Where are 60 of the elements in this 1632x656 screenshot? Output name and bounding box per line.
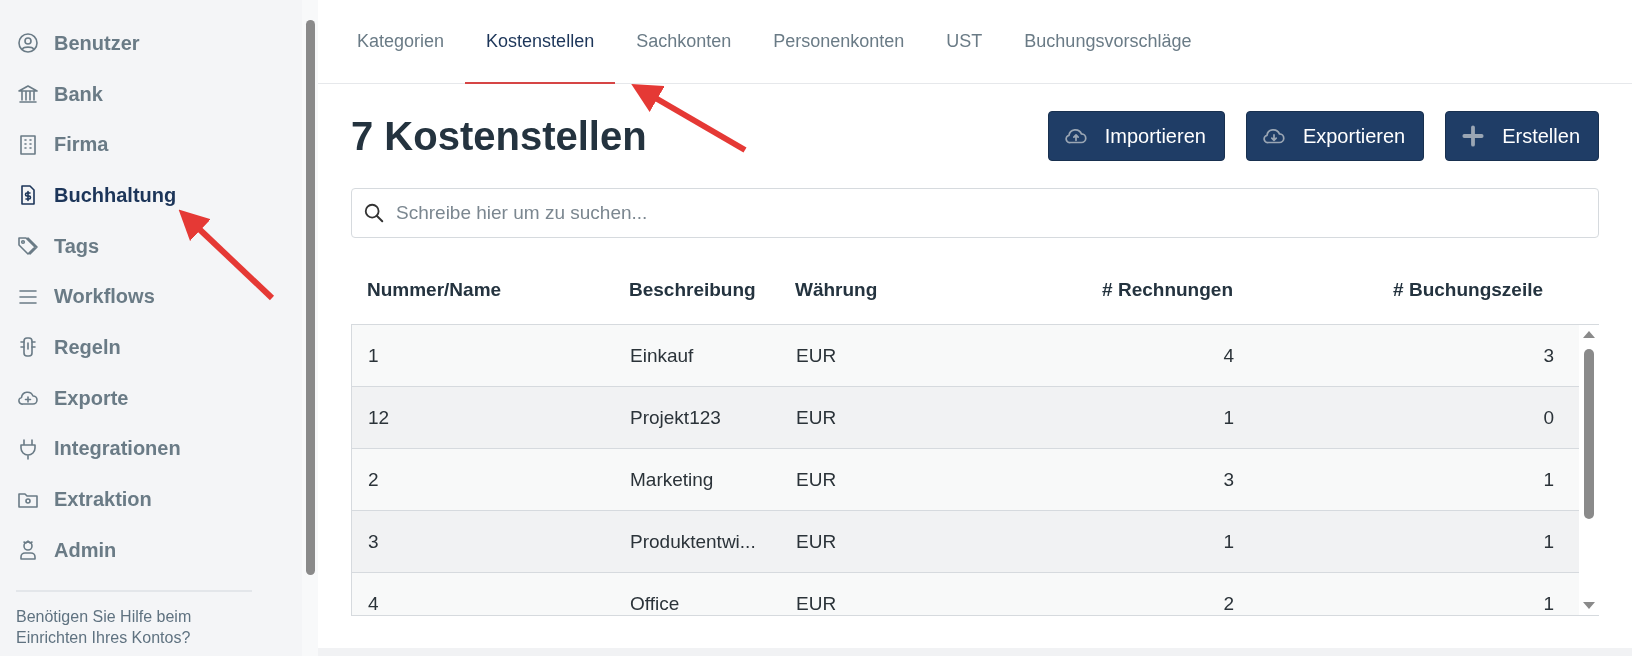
table-row[interactable]: 2 Marketing EUR 3 1 bbox=[352, 449, 1579, 511]
table-cell-text: 3 bbox=[1222, 468, 1235, 491]
table-cell-text: EUR bbox=[795, 468, 838, 491]
column-header: Währung bbox=[794, 279, 879, 301]
table-cell-text: 3 bbox=[1542, 344, 1555, 367]
table-cell-text: EUR bbox=[795, 406, 838, 429]
sidebar-item[interactable]: Firma bbox=[16, 119, 109, 171]
search-field[interactable]: Schreibe hier um zu suchen... bbox=[351, 188, 1599, 238]
action-button[interactable]: Importieren bbox=[1047, 111, 1225, 161]
column-header: # Buchungszeile bbox=[1392, 279, 1544, 301]
scrollbar[interactable] bbox=[302, 0, 318, 656]
table-cell-text: 1 bbox=[1542, 592, 1555, 615]
column-header: Beschreibung bbox=[628, 279, 757, 301]
tab[interactable]: Kostenstellen bbox=[465, 0, 616, 84]
sidebar-item[interactable]: Admin bbox=[16, 524, 117, 576]
table-cell-text: Einkauf bbox=[629, 344, 695, 367]
action-button[interactable]: Exportieren bbox=[1245, 111, 1425, 161]
sidebar-item[interactable]: Exporte bbox=[16, 372, 129, 424]
table-cell-text: 4 bbox=[1222, 344, 1235, 367]
help-text: Benötigen Sie Hilfe beim Einrichten Ihres Kontos? bbox=[16, 606, 193, 648]
table-cell-text: Marketing bbox=[629, 468, 715, 491]
table-row[interactable]: 1 Einkauf EUR 4 3 bbox=[352, 325, 1579, 387]
table-cell-text: 2 bbox=[1222, 592, 1235, 615]
table-cell-text: Office bbox=[629, 592, 681, 615]
sidebar-item[interactable]: Benutzer bbox=[16, 18, 140, 69]
column-header: Nummer/Name bbox=[366, 279, 503, 301]
sidebar-item[interactable]: Workflows bbox=[16, 271, 155, 323]
table-cell-text: 4 bbox=[367, 592, 380, 615]
table-cell-text: EUR bbox=[795, 344, 838, 367]
table-cell-text: 2 bbox=[367, 468, 380, 491]
table-row[interactable]: 4 Office EUR 2 1 bbox=[352, 573, 1579, 615]
tab[interactable]: Sachkonten bbox=[615, 0, 753, 84]
column-header: # Rechnungen bbox=[1101, 279, 1234, 301]
tab[interactable]: Personenkonten bbox=[752, 0, 926, 84]
tab[interactable]: UST bbox=[925, 0, 1004, 84]
table-cell-text: 1 bbox=[1542, 530, 1555, 553]
sidebar-item[interactable]: Bank bbox=[16, 68, 103, 120]
sidebar-item[interactable]: Integrationen bbox=[16, 423, 181, 475]
table-cell-text: EUR bbox=[795, 592, 838, 615]
page-title: 7 Kostenstellen bbox=[351, 113, 647, 159]
user-icon bbox=[16, 31, 40, 56]
table-cell-text: 1 bbox=[367, 344, 380, 367]
sidebar-item[interactable]: Tags bbox=[16, 220, 100, 272]
sidebar-item[interactable]: Extraktion bbox=[16, 474, 152, 525]
action-button[interactable]: Erstellen bbox=[1445, 111, 1599, 161]
table-cell-text: 3 bbox=[367, 530, 380, 553]
sidebar-item[interactable]: Regeln bbox=[16, 322, 121, 373]
table-row[interactable]: 12 Projekt123 EUR 1 0 bbox=[352, 387, 1579, 449]
table-row[interactable]: 3 Produktentwi... EUR 1 1 bbox=[352, 511, 1579, 573]
tab[interactable]: Buchungsvorschläge bbox=[1003, 0, 1213, 84]
table-cell-text: 1 bbox=[1222, 530, 1235, 553]
table-cell-text: EUR bbox=[795, 530, 838, 553]
table-cell-text: Projekt123 bbox=[629, 406, 722, 429]
table-cell-text: 12 bbox=[367, 406, 391, 429]
tab[interactable]: Kategorien bbox=[336, 0, 466, 84]
table-cell-text: 1 bbox=[1542, 468, 1555, 491]
table-cell-text: 1 bbox=[1222, 406, 1235, 429]
table-cell-text: Produktentwi... bbox=[629, 530, 757, 553]
sidebar-item[interactable]: Buchhaltung bbox=[16, 170, 177, 221]
table-cell-text: 0 bbox=[1542, 406, 1555, 429]
